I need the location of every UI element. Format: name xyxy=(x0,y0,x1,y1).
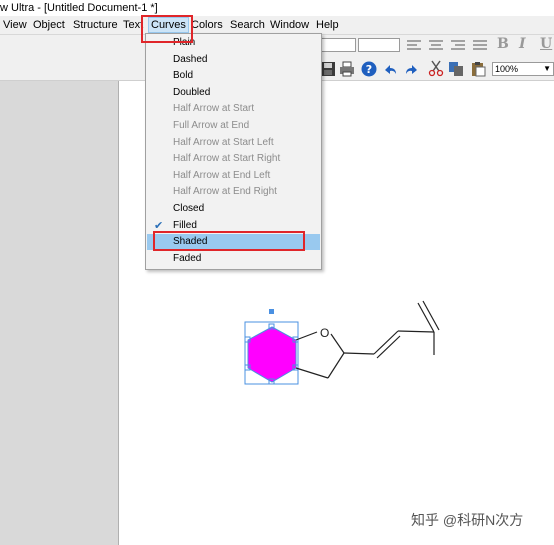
menu-item-label: Half Arrow at Start Left xyxy=(173,136,274,148)
cut-icon[interactable] xyxy=(428,60,444,77)
menu-view[interactable]: View xyxy=(3,18,27,32)
menu-item-half-arrow-at-end-right[interactable]: Half Arrow at End Right xyxy=(147,184,320,200)
left-panel xyxy=(0,81,119,545)
zoom-value: 100% xyxy=(495,64,519,74)
menu-help[interactable]: Help xyxy=(316,18,339,32)
menu-item-label: Half Arrow at End Right xyxy=(173,186,277,198)
print-icon[interactable] xyxy=(339,61,355,77)
menu-item-doubled[interactable]: Doubled xyxy=(147,85,320,101)
menu-item-dashed[interactable]: Dashed xyxy=(147,52,320,68)
watermark: 知乎 @科研N次方 xyxy=(411,512,524,528)
justify-icon[interactable] xyxy=(472,39,488,51)
curves-menu-highlight xyxy=(141,15,193,43)
menu-item-label: Bold xyxy=(173,70,194,82)
menu-item-label: Doubled xyxy=(173,86,211,98)
menu-item-label: Half Arrow at Start xyxy=(173,103,255,115)
undo-icon[interactable] xyxy=(382,61,398,77)
menu-colors[interactable]: Colors xyxy=(191,18,223,32)
chevron-down-icon: ▼ xyxy=(543,64,551,73)
title-bar: w Ultra - [Untitled Document-1 *] xyxy=(0,0,554,16)
align-center-icon[interactable] xyxy=(428,39,444,51)
selection-handle[interactable] xyxy=(269,309,274,314)
menu-item-bold[interactable]: Bold xyxy=(147,68,320,84)
save-icon[interactable] xyxy=(320,61,336,77)
copy-icon[interactable] xyxy=(448,61,464,77)
menu-item-half-arrow-at-start-left[interactable]: Half Arrow at Start Left xyxy=(147,135,320,151)
menu-structure[interactable]: Structure xyxy=(73,18,118,32)
align-left-icon[interactable] xyxy=(406,39,422,51)
svg-text:?: ? xyxy=(366,63,372,76)
menu-object[interactable]: Object xyxy=(33,18,65,32)
menu-item-full-arrow-at-end[interactable]: Full Arrow at End xyxy=(147,118,320,134)
bold-button[interactable]: B xyxy=(497,36,509,52)
italic-button[interactable]: I xyxy=(519,36,526,52)
menu-item-label: Half Arrow at Start Right xyxy=(173,153,281,165)
menu-item-label: Half Arrow at End Left xyxy=(173,169,271,181)
menu-item-label: Faded xyxy=(173,252,202,264)
oxygen-atom-label: O xyxy=(320,326,329,340)
help-icon[interactable]: ? xyxy=(361,61,377,77)
menu-item-label: Closed xyxy=(173,203,205,214)
zoom-select[interactable]: 100% ▼ xyxy=(492,62,554,76)
menu-search[interactable]: Search xyxy=(230,18,265,32)
menu-item-label: Dashed xyxy=(173,53,208,65)
menu-item-faded[interactable]: Faded xyxy=(147,251,320,267)
font-select[interactable] xyxy=(320,38,356,52)
window-title: w Ultra - [Untitled Document-1 *] xyxy=(0,2,158,14)
menu-item-label: Full Arrow at End xyxy=(173,120,250,131)
menu-item-half-arrow-at-start[interactable]: Half Arrow at Start xyxy=(147,101,320,117)
shaded-item-highlight xyxy=(153,231,305,251)
paste-icon[interactable] xyxy=(470,61,486,77)
shaded-benzene-ring[interactable] xyxy=(247,326,297,383)
menu-item-closed[interactable]: Closed xyxy=(147,201,320,217)
menu-item-half-arrow-at-end-left[interactable]: Half Arrow at End Left xyxy=(147,168,320,184)
menu-item-half-arrow-at-start-right[interactable]: Half Arrow at Start Right xyxy=(147,151,320,167)
align-right-icon[interactable] xyxy=(450,39,466,51)
menu-window[interactable]: Window xyxy=(270,18,309,32)
redo-icon[interactable] xyxy=(404,61,420,77)
underline-button[interactable]: U xyxy=(540,36,552,52)
font-size-select[interactable] xyxy=(358,38,400,52)
